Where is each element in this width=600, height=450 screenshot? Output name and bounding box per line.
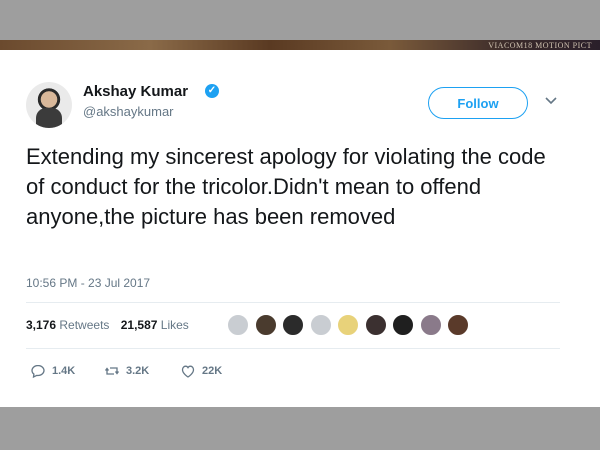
liker-avatar-7[interactable]	[392, 314, 414, 336]
liker-avatar-4[interactable]	[309, 314, 332, 336]
retweet-count: 3.2K	[126, 365, 150, 377]
author-handle[interactable]: @akshaykumar	[83, 104, 174, 119]
retweet-icon	[104, 367, 120, 375]
liker-avatar-6[interactable]	[364, 314, 387, 336]
liker-avatar-8[interactable]	[419, 314, 442, 336]
likes-count: 21,587	[120, 318, 158, 332]
tweet-timestamp[interactable]: 10:56 PM - 23 Jul 2017	[26, 276, 150, 290]
retweets-label: Retweets	[59, 318, 110, 332]
chevron-down-icon[interactable]	[544, 94, 558, 108]
reply-action[interactable]: 1.4K	[30, 362, 75, 380]
tweet-stats: 3,176 Retweets 21,587 Likes	[26, 318, 197, 332]
likes-stat[interactable]: 21,587 Likes	[121, 318, 189, 332]
liker-avatar-2[interactable]	[254, 314, 277, 336]
author-name[interactable]: Akshay Kumar	[83, 83, 188, 100]
liker-avatar-5[interactable]	[337, 314, 359, 336]
liker-avatar-1[interactable]	[227, 314, 249, 336]
liker-avatar-3[interactable]	[282, 314, 304, 336]
like-count: 22K	[202, 365, 223, 377]
divider-top	[26, 302, 560, 303]
tweet-card: Akshay Kumar ✓ @akshaykumar Follow Exten…	[0, 50, 600, 407]
verified-badge-icon: ✓	[205, 84, 219, 98]
retweets-count: 3,176	[26, 318, 57, 332]
likes-label: Likes	[160, 318, 189, 332]
liker-avatar-9[interactable]	[447, 314, 469, 336]
avatar-figure	[36, 108, 62, 128]
banner-watermark: VIACOM18 MOTION PICT	[488, 41, 592, 50]
divider-bottom	[26, 348, 560, 349]
follow-button[interactable]: Follow	[428, 87, 528, 119]
heart-icon	[181, 365, 195, 378]
reply-count: 1.4K	[52, 365, 76, 377]
retweets-stat[interactable]: 3,176 Retweets	[26, 318, 113, 332]
tweet-text: Extending my sincerest apology for viola…	[26, 144, 546, 229]
like-action[interactable]: 22K	[180, 362, 222, 380]
author-avatar[interactable]	[26, 82, 72, 128]
reply-icon	[31, 364, 45, 379]
retweet-action[interactable]: 3.2K	[104, 362, 149, 380]
